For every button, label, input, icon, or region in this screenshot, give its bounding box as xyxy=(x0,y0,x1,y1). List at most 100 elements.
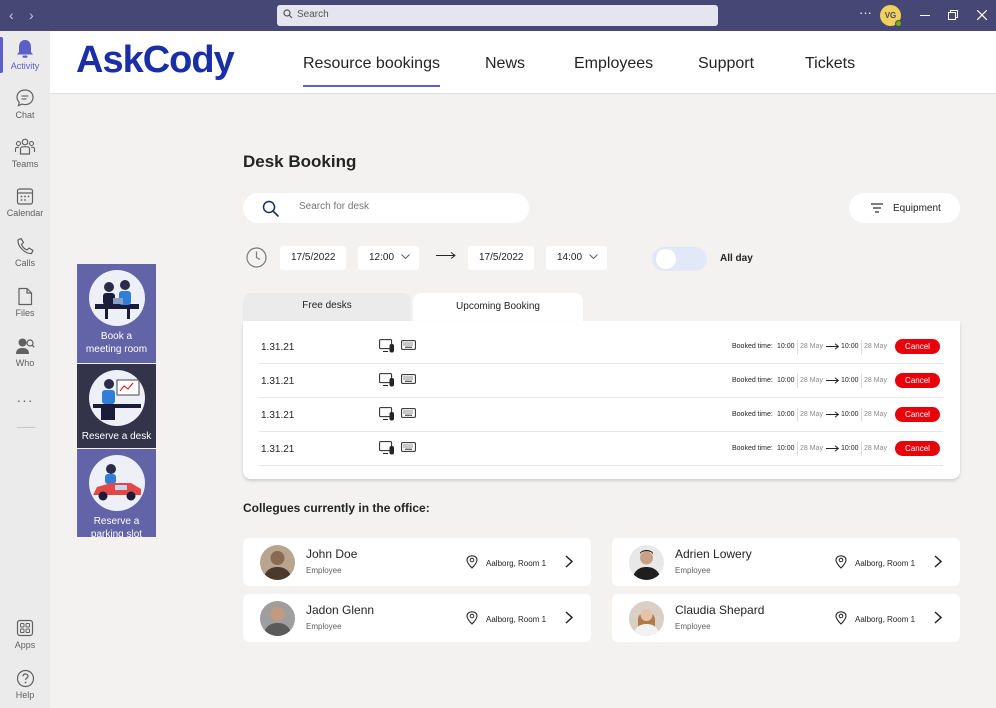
chat-icon xyxy=(16,89,34,107)
booked-time-label: Booked time: xyxy=(732,411,773,418)
global-search-input[interactable]: Search xyxy=(277,5,718,26)
desk-id: 1.31.21 xyxy=(261,444,295,455)
start-time-select[interactable]: 12:00 xyxy=(358,246,419,270)
divider xyxy=(861,340,862,354)
page-title: Desk Booking xyxy=(243,152,357,171)
chevron-right-icon[interactable] xyxy=(565,555,573,568)
minimize-icon[interactable] xyxy=(920,15,930,17)
location-pin-icon xyxy=(835,611,847,625)
tab-resource-bookings[interactable]: Resource bookings xyxy=(303,55,440,87)
colleague-card[interactable]: Claudia Shepard Employee Aalborg, Room 1 xyxy=(612,594,960,642)
booking-start-date: 28 May xyxy=(800,343,823,350)
cancel-booking-button[interactable]: Cancel xyxy=(895,373,940,388)
rail-more-icon[interactable]: ··· xyxy=(0,392,50,408)
apps-icon xyxy=(16,619,34,637)
title-bar: ‹ › Search ··· VG xyxy=(0,0,996,31)
reserve-parking-slot-button[interactable]: Reserve a parking slot xyxy=(77,449,156,540)
colleague-card[interactable]: Jadon Glenn Employee Aalborg, Room 1 xyxy=(243,594,591,642)
teams-icon xyxy=(14,138,36,155)
cancel-booking-button[interactable]: Cancel xyxy=(895,441,940,456)
all-day-toggle[interactable] xyxy=(652,247,707,271)
colleague-card[interactable]: Adrien Lowery Employee Aalborg, Room 1 xyxy=(612,538,960,586)
upcoming-bookings-list: 1.31.21 Booked time: 10:00 28 May 10:00 28 Ma… xyxy=(243,321,960,479)
booked-time-label: Booked time: xyxy=(732,445,773,452)
rail-item-files[interactable]: Files xyxy=(0,281,50,327)
rail-item-apps[interactable]: Apps xyxy=(0,613,50,659)
colleague-name: John Doe xyxy=(306,547,358,561)
colleague-name: Adrien Lowery xyxy=(675,547,752,561)
all-day-label: All day xyxy=(720,253,753,264)
bell-icon xyxy=(17,40,33,58)
tab-support[interactable]: Support xyxy=(698,55,754,73)
rail-item-activity[interactable]: Activity xyxy=(0,33,50,79)
end-time-select[interactable]: 14:00 xyxy=(546,246,607,270)
colleague-role: Employee xyxy=(675,566,711,575)
chevron-right-icon[interactable] xyxy=(934,555,942,568)
reserve-desk-button[interactable]: Reserve a desk xyxy=(77,364,156,448)
help-icon xyxy=(16,669,34,688)
rail-label-apps: Apps xyxy=(14,640,36,650)
book-meeting-room-button[interactable]: Book a meeting room xyxy=(77,264,156,363)
tab-free-desks[interactable]: Free desks xyxy=(243,293,411,321)
booking-row: 1.31.21 Booked time: 10:00 28 May 10:00 28 Ma… xyxy=(259,364,943,398)
monitor-icon xyxy=(379,441,395,457)
back-icon[interactable]: ‹ xyxy=(9,7,14,23)
colleague-location: Aalborg, Room 1 xyxy=(486,615,547,624)
colleague-location: Aalborg, Room 1 xyxy=(486,559,547,568)
booking-start-time: 10:00 xyxy=(777,377,795,384)
tab-employees[interactable]: Employees xyxy=(574,55,653,73)
rail-item-calendar[interactable]: Calendar xyxy=(0,181,50,227)
equipment-filter-button[interactable]: Equipment xyxy=(849,193,960,223)
reserve-parking-line2: parking slot xyxy=(90,529,143,540)
booking-end-time: 10:00 xyxy=(841,377,859,384)
rail-item-who[interactable]: Who xyxy=(0,331,50,377)
desk-id: 1.31.21 xyxy=(261,342,295,353)
colleague-card[interactable]: John Doe Employee Aalborg, Room 1 xyxy=(243,538,591,586)
global-search-placeholder: Search xyxy=(297,9,329,20)
colleague-role: Employee xyxy=(675,622,711,631)
keyboard-icon xyxy=(401,442,416,454)
desk-search-box[interactable] xyxy=(243,193,529,223)
tab-news[interactable]: News xyxy=(485,55,525,73)
chevron-right-icon[interactable] xyxy=(934,611,942,624)
reserve-parking-line1: Reserve a xyxy=(93,516,140,527)
booked-time-label: Booked time: xyxy=(732,343,773,350)
start-date-field[interactable]: 17/5/2022 xyxy=(280,246,346,270)
desk-search-input[interactable] xyxy=(299,201,509,212)
arrow-right-icon xyxy=(826,342,840,352)
book-meeting-room-line2: meeting room xyxy=(85,344,148,355)
filter-icon xyxy=(871,203,883,213)
location-pin-icon xyxy=(466,611,478,625)
forward-icon[interactable]: › xyxy=(29,7,34,23)
more-options-icon[interactable]: ··· xyxy=(859,6,872,20)
app-content: AskCody Resource bookings News Employees… xyxy=(50,31,996,708)
book-meeting-room-line1: Book a xyxy=(100,331,133,342)
phone-icon xyxy=(17,237,34,255)
booking-start-date: 28 May xyxy=(800,445,823,452)
close-icon[interactable] xyxy=(977,10,987,20)
arrow-right-icon xyxy=(436,252,456,259)
monitor-icon xyxy=(379,339,395,355)
presence-available-icon xyxy=(895,20,902,27)
clock-icon xyxy=(246,247,267,268)
end-date-field[interactable]: 17/5/2022 xyxy=(468,246,534,270)
cancel-booking-button[interactable]: Cancel xyxy=(895,339,940,354)
end-time-value: 14:00 xyxy=(557,252,583,263)
avatar xyxy=(629,601,664,636)
tab-upcoming-booking[interactable]: Upcoming Booking xyxy=(413,293,583,323)
end-date-value: 17/5/2022 xyxy=(479,252,524,263)
restore-icon[interactable] xyxy=(948,10,958,20)
chevron-right-icon[interactable] xyxy=(565,611,573,624)
cancel-booking-button[interactable]: Cancel xyxy=(895,407,940,422)
rail-item-help[interactable]: Help xyxy=(0,663,50,708)
user-avatar[interactable]: VG xyxy=(880,5,902,27)
avatar xyxy=(260,545,295,580)
rail-item-chat[interactable]: Chat xyxy=(0,82,50,128)
rail-item-calls[interactable]: Calls xyxy=(0,231,50,277)
tab-tickets[interactable]: Tickets xyxy=(805,55,855,73)
keyboard-icon xyxy=(401,408,416,420)
desk-illustration-icon xyxy=(88,370,145,426)
rail-item-teams[interactable]: Teams xyxy=(0,131,50,177)
keyboard-icon xyxy=(401,374,416,386)
avatar xyxy=(629,545,664,580)
